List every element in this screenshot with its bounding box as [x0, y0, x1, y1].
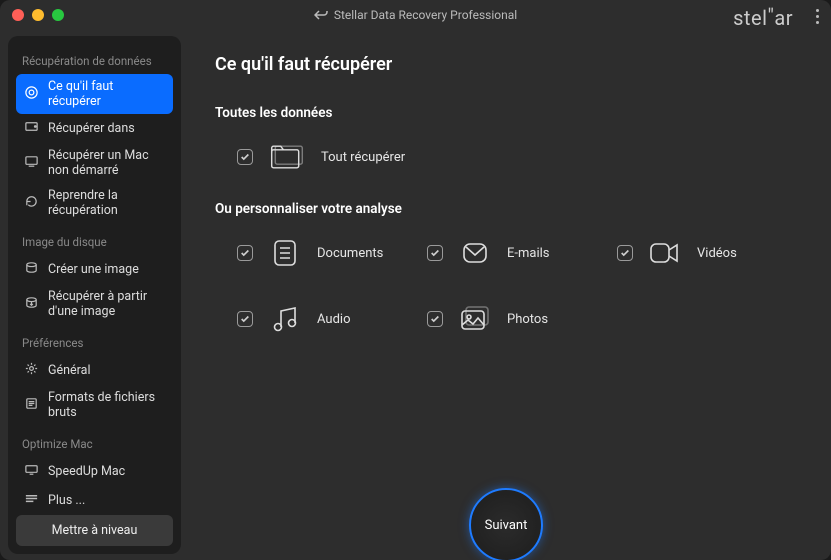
traffic-lights: [12, 9, 64, 21]
option-label: Documents: [317, 246, 383, 261]
option-videos[interactable]: Vidéos: [617, 235, 797, 271]
sidebar-item-speedup[interactable]: SpeedUp Mac: [16, 457, 173, 486]
recover-all-label: Tout récupérer: [321, 150, 405, 165]
sidebar-item-create-image[interactable]: Créer une image: [16, 255, 173, 284]
brand-logo: stel"ar: [733, 6, 793, 30]
drive-icon: [24, 119, 39, 138]
option-photos[interactable]: Photos: [427, 301, 607, 337]
sidebar-item-resume[interactable]: Reprendre la récupération: [16, 183, 173, 223]
sidebar-item-label: Récupérer un Mac non démarré: [48, 148, 165, 178]
photos-icon: [457, 301, 493, 337]
option-label: Vidéos: [697, 246, 737, 261]
next-button[interactable]: Suivant: [469, 488, 543, 560]
sidebar-item-label: Créer une image: [48, 262, 139, 277]
recover-all-checkbox[interactable]: [237, 149, 253, 165]
photos-checkbox[interactable]: [427, 311, 443, 327]
gear-icon: [24, 361, 39, 380]
sidebar-item-general[interactable]: Général: [16, 356, 173, 385]
page-title: Ce qu'il faut récupérer: [215, 54, 797, 75]
minimize-window-button[interactable]: [32, 9, 44, 21]
option-label: Photos: [507, 312, 548, 327]
more-icon: [24, 491, 39, 510]
kebab-menu-icon[interactable]: [816, 9, 819, 24]
sidebar-item-label: Récupérer à partir d'une image: [48, 289, 165, 319]
option-documents[interactable]: Documents: [237, 235, 417, 271]
sidebar-item-label: Récupérer dans: [48, 121, 135, 136]
titlebar: Stellar Data Recovery Professional stel"…: [0, 0, 831, 30]
window-title-text: Stellar Data Recovery Professional: [334, 8, 517, 22]
documents-icon: [267, 235, 303, 271]
option-audio[interactable]: Audio: [237, 301, 417, 337]
back-icon[interactable]: [314, 9, 328, 21]
mac-icon: [24, 154, 39, 173]
close-window-button[interactable]: [12, 9, 24, 21]
recover-image-icon: [24, 295, 39, 314]
upgrade-button[interactable]: Mettre à niveau: [16, 515, 173, 546]
sidebar-section-label: Image du disque: [22, 235, 167, 249]
sidebar-item-raw-formats[interactable]: Formats de fichiers bruts: [16, 385, 173, 425]
main-panel: Ce qu'il faut récupérer Toutes les donné…: [181, 30, 831, 560]
emails-icon: [457, 235, 493, 271]
sidebar-item-label: Ce qu'il faut récupérer: [48, 79, 165, 109]
sidebar-item-label: Reprendre la récupération: [48, 188, 165, 218]
sidebar-item-more[interactable]: Plus ...: [16, 486, 173, 515]
next-button-label: Suivant: [485, 518, 528, 533]
sidebar-item-label: Plus ...: [48, 493, 85, 508]
sidebar-item-what-to-recover[interactable]: Ce qu'il faut récupérer: [16, 74, 173, 114]
maximize-window-button[interactable]: [52, 9, 64, 21]
app-window: Stellar Data Recovery Professional stel"…: [0, 0, 831, 560]
sidebar-section-label: Préférences: [22, 336, 167, 350]
raw-icon: [24, 396, 39, 415]
window-title: Stellar Data Recovery Professional: [0, 8, 831, 22]
target-icon: [24, 85, 39, 104]
all-data-heading: Toutes les données: [215, 105, 797, 121]
sidebar-item-recover-mac[interactable]: Récupérer un Mac non démarré: [16, 143, 173, 183]
sidebar-item-label: Général: [48, 363, 91, 378]
speedup-icon: [24, 462, 39, 481]
folder-icon: [269, 139, 305, 175]
sidebar-section-label: Optimize Mac: [22, 437, 167, 451]
sidebar-item-recover-from[interactable]: Récupérer dans: [16, 114, 173, 143]
create-image-icon: [24, 260, 39, 279]
sidebar: Récupération de données Ce qu'il faut ré…: [8, 36, 181, 554]
videos-icon: [647, 235, 683, 271]
documents-checkbox[interactable]: [237, 245, 253, 261]
option-emails[interactable]: E-mails: [427, 235, 607, 271]
customize-heading: Ou personnaliser votre analyse: [215, 201, 797, 217]
option-label: E-mails: [507, 246, 550, 261]
option-label: Audio: [317, 312, 350, 327]
sidebar-section-label: Récupération de données: [22, 54, 167, 68]
audio-checkbox[interactable]: [237, 311, 253, 327]
videos-checkbox[interactable]: [617, 245, 633, 261]
audio-icon: [267, 301, 303, 337]
resume-icon: [24, 194, 39, 213]
sidebar-item-label: Formats de fichiers bruts: [48, 390, 165, 420]
sidebar-item-recover-from-image[interactable]: Récupérer à partir d'une image: [16, 284, 173, 324]
sidebar-item-label: SpeedUp Mac: [48, 464, 125, 479]
emails-checkbox[interactable]: [427, 245, 443, 261]
